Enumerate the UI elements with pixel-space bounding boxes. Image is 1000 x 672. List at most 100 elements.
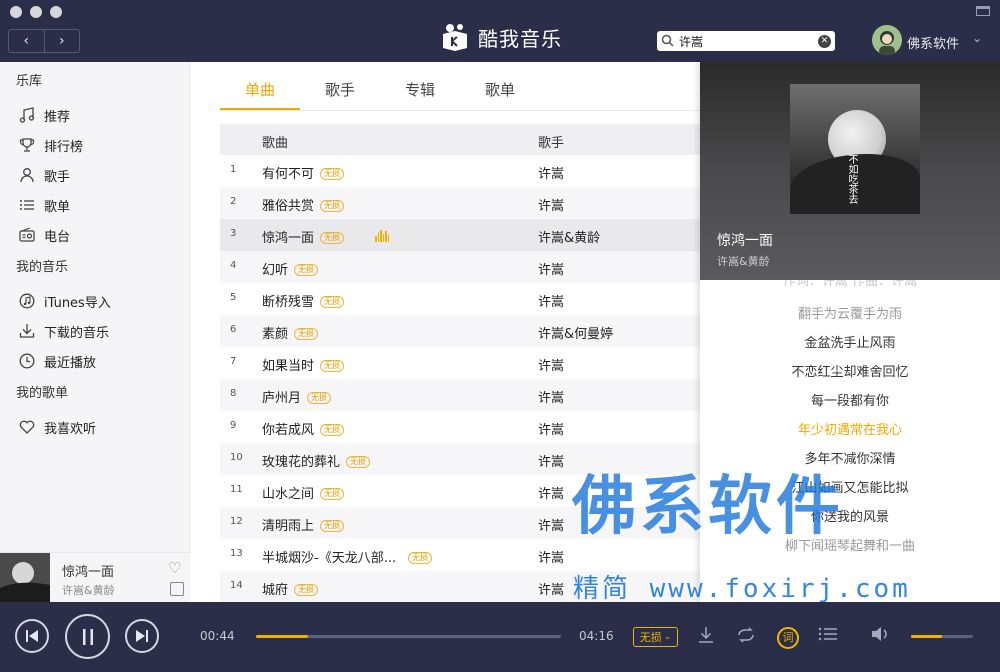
player-bar: 00:44 04:16 无损 ⌄ 词	[0, 602, 1000, 672]
track-number: 9	[230, 420, 237, 431]
lossless-badge: 无损	[320, 424, 345, 436]
song-title-cell: 半城烟沙-《天龙八部... 无损	[262, 547, 433, 566]
table-row[interactable]: 1 有何不可 无损 许嵩	[220, 155, 700, 187]
table-row[interactable]: 2 雅俗共赏 无损 许嵩	[220, 187, 700, 219]
lossless-badge: 无损	[320, 200, 345, 212]
sidebar-item-artists[interactable]: 歌手	[0, 160, 189, 190]
sidebar-item-downloads[interactable]: 下载的音乐	[0, 316, 189, 346]
lyrics-view[interactable]: 作词：许嵩 作曲：许嵩 翻手为云覆手为雨 金盆洗手止风雨 不恋红尘却难舍回忆 每一段都有…	[700, 280, 1000, 602]
tab-playlists[interactable]: 歌单	[460, 72, 540, 110]
artist-cell[interactable]: 许嵩	[538, 419, 564, 438]
volume-fill	[911, 635, 942, 638]
song-title-cell: 素颜 无损	[262, 323, 319, 342]
app-logo: 酷我音乐	[440, 22, 562, 52]
table-row[interactable]: 8 庐州月 无损 许嵩	[220, 379, 700, 411]
table-row[interactable]: 7 如果当时 无损 许嵩	[220, 347, 700, 379]
heart-icon	[18, 418, 36, 436]
track-number: 12	[230, 516, 243, 527]
avatar[interactable]	[872, 25, 902, 55]
tab-albums[interactable]: 专辑	[380, 72, 460, 110]
like-heart-icon[interactable]: ♡	[168, 559, 181, 577]
minimize-window-button[interactable]	[30, 6, 42, 18]
sidebar-item-recent[interactable]: 最近播放	[0, 346, 189, 376]
artist-column-header: 歌手	[538, 136, 565, 151]
panel-song-artist: 许嵩&黄龄	[717, 255, 770, 268]
current-lyric-line: 年少初遇常在我心	[797, 423, 902, 438]
sidebar-item-recommend[interactable]: 推荐	[0, 100, 189, 130]
table-row[interactable]: 5 断桥残雪 无损 许嵩	[220, 283, 700, 315]
artist-cell[interactable]: 许嵩&黄龄	[538, 227, 600, 246]
artist-cell[interactable]: 许嵩	[538, 579, 564, 598]
volume-slider[interactable]	[911, 635, 973, 638]
song-title-cell: 玫瑰花的葬礼 无损	[262, 451, 371, 470]
repeat-icon[interactable]	[736, 626, 756, 648]
user-name[interactable]: 佛系软件	[907, 33, 959, 52]
album-cover-text: 不如吃茶去	[846, 154, 857, 204]
artist-cell[interactable]: 许嵩	[538, 259, 564, 278]
pause-button[interactable]	[65, 614, 110, 659]
artist-cell[interactable]: 许嵩	[538, 387, 564, 406]
table-row[interactable]: 12 清明雨上 无损 许嵩	[220, 507, 700, 539]
table-row[interactable]: 9 你若成风 无损 许嵩	[220, 411, 700, 443]
artist-cell[interactable]: 许嵩	[538, 483, 564, 502]
song-title: 清明雨上	[262, 519, 315, 534]
total-time: 04:16	[579, 629, 614, 643]
artist-cell[interactable]: 许嵩	[538, 291, 564, 310]
tab-artists[interactable]: 歌手	[300, 72, 380, 110]
table-row[interactable]: 11 山水之间 无损 许嵩	[220, 475, 700, 507]
song-title: 城府	[262, 583, 289, 598]
search-input[interactable]	[679, 34, 809, 48]
now-playing-mini[interactable]: 惊鸿一面 许嵩&黄龄 ♡	[0, 552, 190, 603]
equalizer-icon	[375, 230, 389, 242]
back-button[interactable]: ‹	[9, 30, 45, 52]
zoom-window-button[interactable]	[50, 6, 62, 18]
table-row[interactable]: 13 半城烟沙-《天龙八部... 无损 许嵩	[220, 539, 700, 571]
table-row[interactable]: 4 幻听 无损 许嵩	[220, 251, 700, 283]
table-row[interactable]: 6 素颜 无损 许嵩&何曼婷	[220, 315, 700, 347]
clear-search-icon[interactable]: ✕	[818, 34, 831, 48]
artist-cell[interactable]: 许嵩	[538, 195, 564, 214]
share-icon[interactable]	[170, 582, 184, 596]
playlist-queue-icon[interactable]	[818, 626, 838, 646]
sidebar-item-playlists[interactable]: 歌单	[0, 190, 189, 220]
previous-button[interactable]	[15, 619, 49, 653]
artist-cell[interactable]: 许嵩	[538, 547, 564, 566]
track-number: 2	[230, 196, 237, 207]
download-icon[interactable]	[697, 626, 715, 648]
artist-cell[interactable]: 许嵩	[538, 163, 564, 182]
sidebar-item-favorites[interactable]: 我喜欢听	[0, 412, 189, 442]
chevron-down-icon[interactable]: ⌄	[972, 31, 982, 45]
track-number: 6	[230, 324, 237, 335]
table-row[interactable]: 3 惊鸿一面 无损 许嵩&黄龄	[220, 219, 700, 251]
song-title: 幻听	[262, 263, 289, 278]
sidebar-item-itunes[interactable]: iTunes导入	[0, 286, 189, 316]
sidebar-item-label: 我喜欢听	[44, 421, 97, 437]
search-box[interactable]: ✕	[657, 31, 835, 51]
next-button[interactable]	[125, 619, 159, 653]
artist-cell[interactable]: 许嵩	[538, 355, 564, 374]
table-row[interactable]: 14 城府 无损 许嵩	[220, 571, 700, 603]
song-title: 半城烟沙-《天龙八部...	[262, 551, 397, 566]
forward-button[interactable]: ›	[45, 30, 80, 52]
close-window-button[interactable]	[10, 6, 22, 18]
my-playlist-heading: 我的歌单	[16, 386, 69, 401]
quality-selector[interactable]: 无损 ⌄	[633, 627, 678, 647]
sidebar-item-charts[interactable]: 排行榜	[0, 130, 189, 160]
artist-cell[interactable]: 许嵩	[538, 515, 564, 534]
sidebar-item-radio[interactable]: 电台	[0, 220, 189, 250]
mini-mode-icon[interactable]	[976, 6, 990, 16]
table-row[interactable]: 10 玫瑰花的葬礼 无损 许嵩	[220, 443, 700, 475]
artist-cell[interactable]: 许嵩&何曼婷	[538, 323, 613, 342]
tab-songs[interactable]: 单曲	[220, 72, 300, 110]
lyrics-toggle-button[interactable]: 词	[777, 627, 799, 649]
lyric-line: 金盆洗手止风雨	[804, 336, 896, 351]
song-title: 庐州月	[262, 391, 302, 406]
volume-icon[interactable]	[871, 626, 891, 646]
song-title: 如果当时	[262, 359, 315, 374]
song-title-cell: 雅俗共赏 无损	[262, 195, 345, 214]
lyric-line: 翻手为云覆手为雨	[797, 307, 902, 322]
progress-bar[interactable]	[256, 635, 561, 638]
artist-cell[interactable]: 许嵩	[538, 451, 564, 470]
window-controls	[10, 6, 62, 18]
now-playing-cover[interactable]	[0, 553, 50, 603]
